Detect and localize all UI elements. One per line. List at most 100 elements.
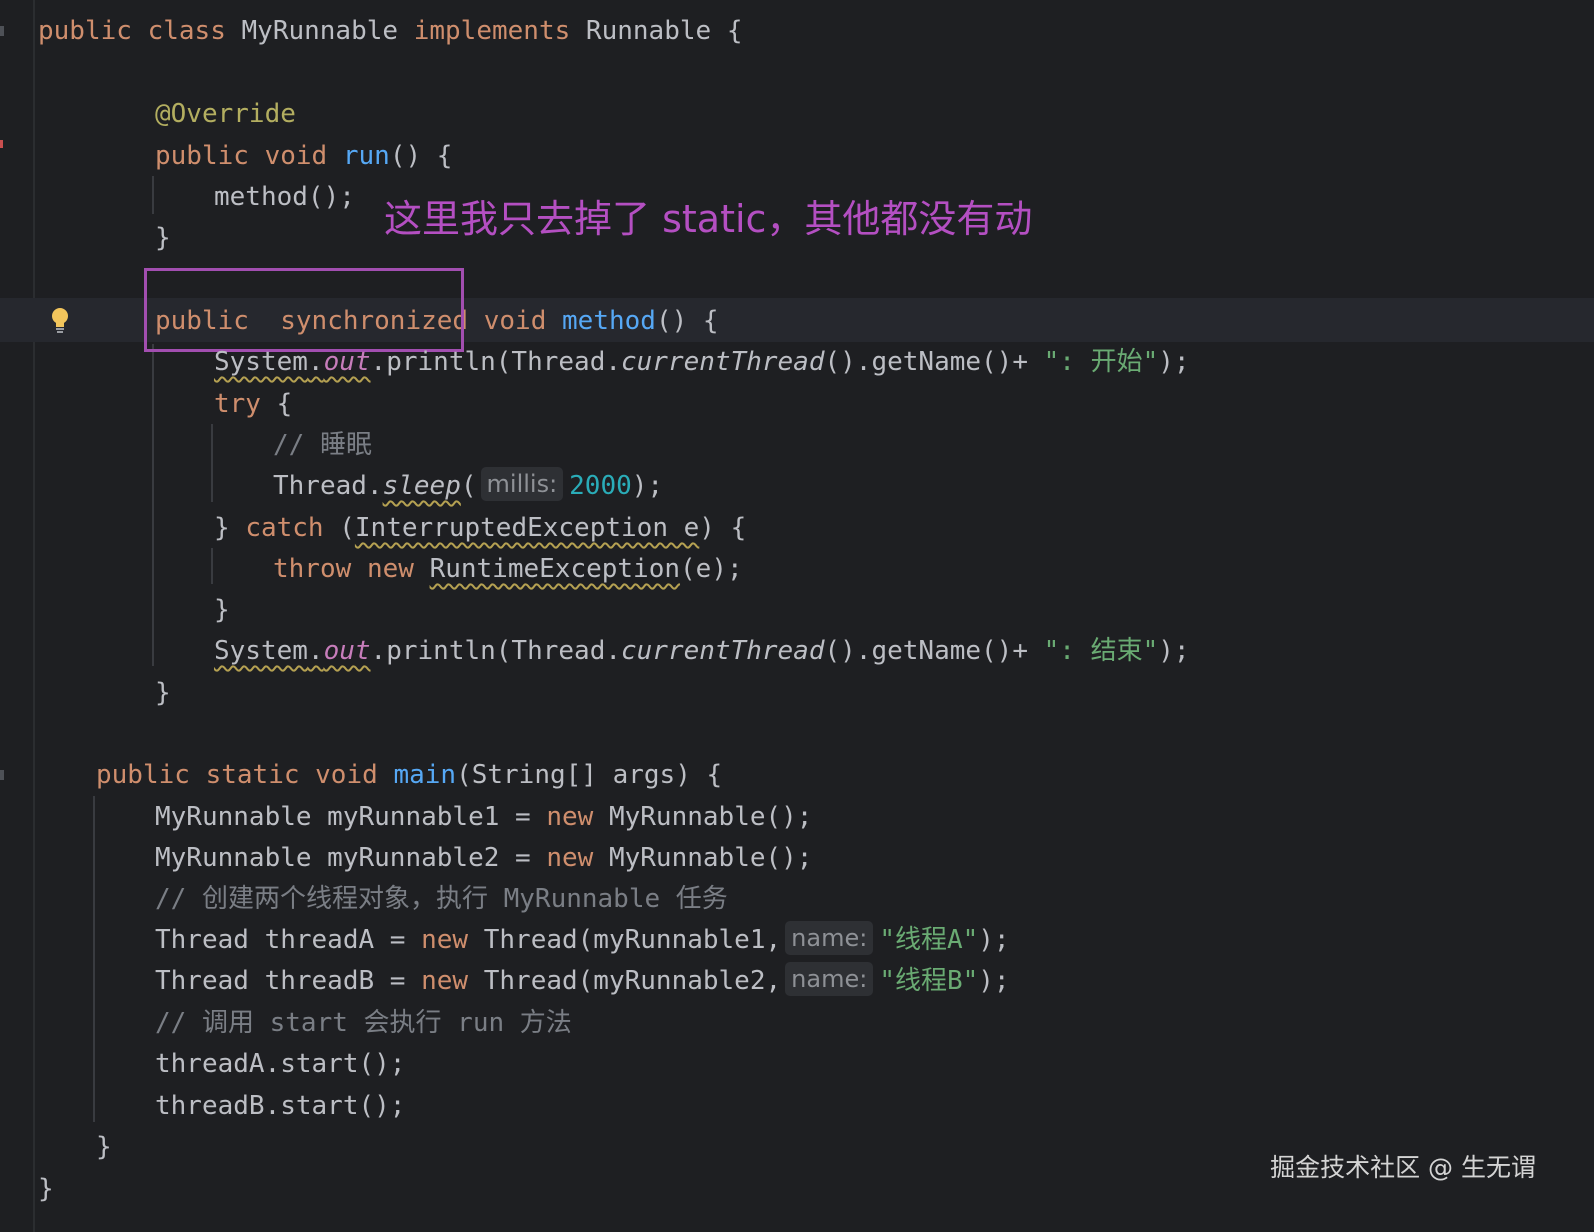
warning-span[interactable]: RuntimeException: [430, 554, 680, 584]
annotation-override: @Override: [155, 99, 296, 129]
code-text: MyRunnable myRunnable1 =: [155, 802, 547, 832]
code-line[interactable]: MyRunnable myRunnable2 = new MyRunnable(…: [155, 837, 812, 879]
keyword: new: [366, 554, 414, 584]
keyword: public: [96, 760, 190, 790]
string-literal: ": 开始": [1043, 347, 1159, 377]
fold-marker[interactable]: [0, 26, 4, 36]
method-name: main: [393, 760, 457, 790]
parameter-hint: millis:: [480, 467, 564, 501]
keyword: public: [38, 16, 132, 46]
code-line[interactable]: threadA.start();: [155, 1043, 405, 1085]
code-line[interactable]: try {: [214, 383, 292, 425]
indent-guide: [211, 548, 213, 584]
class-name: MyRunnable: [241, 16, 399, 46]
code-text: );: [1158, 347, 1190, 377]
string-literal: "线程A": [879, 925, 979, 955]
method-name: sleep: [382, 471, 461, 501]
code-line[interactable]: @Override: [155, 93, 296, 135]
code-text: );: [978, 966, 1010, 996]
keyword: new: [546, 843, 594, 873]
code-text: );: [631, 471, 664, 501]
code-text: .: [307, 347, 324, 377]
code-text: (String[] args) {: [456, 760, 723, 790]
code-text: System: [214, 347, 308, 377]
code-line[interactable]: System.out.println(Thread.currentThread(…: [214, 630, 1190, 672]
keyword: throw: [273, 554, 352, 584]
keyword: implements: [413, 16, 571, 46]
run-marker[interactable]: [0, 770, 4, 780]
lightbulb-icon[interactable]: [50, 306, 70, 334]
code-editor[interactable]: public class MyRunnable implements Runna…: [0, 0, 1594, 1232]
code-line[interactable]: // 创建两个线程对象，执行 MyRunnable 任务: [155, 878, 728, 920]
method-name: currentThread: [621, 636, 825, 666]
warning-span[interactable]: System.out: [214, 347, 371, 377]
code-text: Thread.: [273, 471, 383, 501]
code-line[interactable]: // 睡眠: [273, 424, 372, 466]
code-text: MyRunnable myRunnable2 =: [155, 843, 547, 873]
gutter-divider: [33, 0, 35, 1232]
code-line[interactable]: }: [155, 217, 171, 259]
code-text: ) {: [699, 513, 747, 543]
code-text: .: [307, 636, 324, 666]
code-line[interactable]: Thread.sleep(millis: 2000);: [273, 465, 663, 507]
override-marker[interactable]: [0, 140, 3, 148]
code-text: method();: [214, 182, 355, 212]
keyword: catch: [245, 513, 324, 543]
comment: // 调用 start 会执行 run 方法: [155, 1008, 572, 1038]
code-line[interactable]: threadB.start();: [155, 1085, 405, 1127]
code-text: threadA.start();: [155, 1049, 406, 1079]
string-literal: ": 结束": [1043, 636, 1159, 666]
code-text: }: [214, 595, 230, 625]
code-line[interactable]: } catch (InterruptedException e) {: [214, 507, 746, 549]
code-line[interactable]: }: [214, 589, 230, 631]
method-name: run: [342, 141, 390, 171]
warning-span[interactable]: InterruptedException e: [355, 513, 699, 543]
method-name: currentThread: [621, 347, 825, 377]
code-line[interactable]: }: [38, 1168, 54, 1210]
keyword: static: [205, 760, 300, 790]
indent-guide: [211, 424, 213, 502]
method-name: method: [562, 306, 656, 336]
code-text: ().getName()+: [824, 347, 1044, 377]
code-line[interactable]: public void run() {: [155, 135, 452, 177]
code-line[interactable]: // 调用 start 会执行 run 方法: [155, 1002, 572, 1044]
code-line[interactable]: }: [155, 672, 171, 714]
code-text: .println(Thread.: [370, 636, 621, 666]
code-text: }: [155, 223, 171, 253]
code-line[interactable]: MyRunnable myRunnable1 = new MyRunnable(…: [155, 796, 812, 838]
indent-guide: [152, 176, 154, 214]
code-line[interactable]: Thread threadA = new Thread(myRunnable1,…: [155, 919, 1010, 961]
keyword: class: [147, 16, 226, 46]
code-line[interactable]: }: [96, 1126, 112, 1168]
code-text: }: [96, 1132, 112, 1162]
parameter-hint: name:: [785, 962, 874, 996]
code-line[interactable]: Thread threadB = new Thread(myRunnable2,…: [155, 960, 1010, 1002]
code-text: (: [323, 513, 355, 543]
code-text: );: [978, 925, 1010, 955]
code-text: () {: [655, 306, 719, 336]
comment: // 创建两个线程对象，执行 MyRunnable 任务: [155, 884, 728, 914]
static-field: out: [323, 636, 371, 666]
code-text: Thread(myRunnable2,: [468, 966, 782, 996]
code-text: threadB.start();: [155, 1091, 406, 1121]
code-line[interactable]: method();: [214, 176, 355, 218]
code-line[interactable]: System.out.println(Thread.currentThread(…: [214, 341, 1190, 383]
comment: // 睡眠: [273, 430, 372, 460]
code-text: }: [214, 513, 246, 543]
code-line[interactable]: throw new RuntimeException(e);: [273, 548, 743, 590]
indent-guide: [93, 796, 95, 1122]
code-text: () {: [389, 141, 453, 171]
keyword: public: [155, 141, 249, 171]
code-text: ().getName()+: [824, 636, 1044, 666]
indent-guide: [152, 344, 154, 666]
number-literal: 2000: [569, 471, 632, 501]
warning-span[interactable]: System.out: [214, 636, 371, 666]
code-line[interactable]: public class MyRunnable implements Runna…: [38, 10, 742, 52]
keyword: void: [315, 760, 378, 790]
code-text: .println(Thread.: [370, 347, 621, 377]
code-text: (e);: [680, 554, 743, 584]
code-text: MyRunnable();: [593, 802, 813, 832]
code-text: Thread threadA =: [155, 925, 422, 955]
code-text: (: [460, 471, 477, 501]
code-line[interactable]: public static void main(String[] args) {: [96, 754, 722, 796]
